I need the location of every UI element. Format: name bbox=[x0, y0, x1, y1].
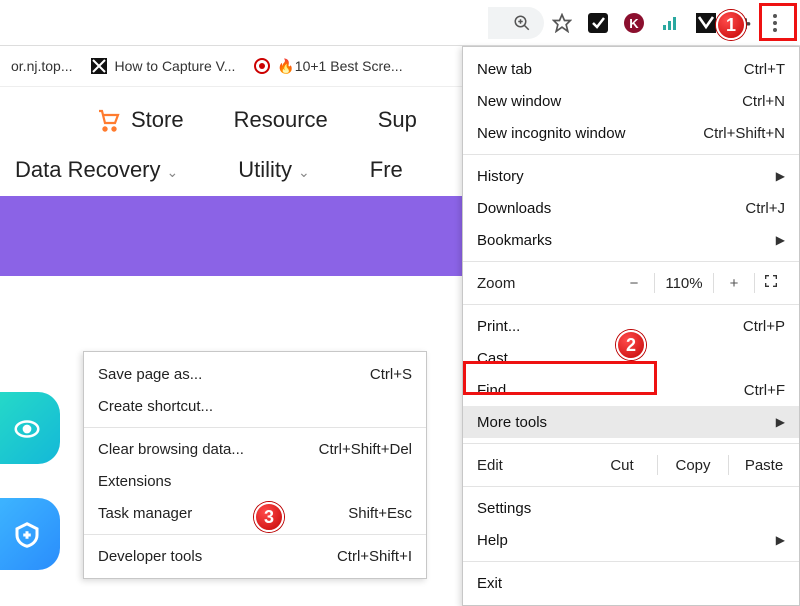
menu-settings[interactable]: Settings bbox=[463, 492, 799, 524]
submenu-arrow-icon: ▶ bbox=[776, 169, 785, 183]
menu-separator bbox=[463, 304, 799, 305]
menu-incognito[interactable]: New incognito window Ctrl+Shift+N bbox=[463, 117, 799, 149]
zoom-out-button[interactable]: − bbox=[616, 275, 652, 292]
menu-downloads[interactable]: Downloads Ctrl+J bbox=[463, 192, 799, 224]
chevron-down-icon: ⌄ bbox=[167, 164, 179, 180]
menu-history[interactable]: History ▶ bbox=[463, 160, 799, 192]
bookmark-label: 🔥10+1 Best Scre... bbox=[277, 58, 402, 75]
submenu-create-shortcut[interactable]: Create shortcut... bbox=[84, 390, 426, 422]
annotation-badge-2: 2 bbox=[616, 330, 646, 360]
menu-edit-row: Edit Cut Copy Paste bbox=[463, 449, 799, 481]
submenu-developer-tools[interactable]: Developer tools Ctrl+Shift+I bbox=[84, 540, 426, 572]
more-tools-submenu: Save page as... Ctrl+S Create shortcut..… bbox=[83, 351, 427, 579]
menu-separator bbox=[84, 427, 426, 428]
fullscreen-button[interactable] bbox=[757, 273, 785, 293]
bookmark-label: How to Capture V... bbox=[114, 58, 235, 74]
chrome-main-menu: New tab Ctrl+T New window Ctrl+N New inc… bbox=[462, 46, 800, 606]
menu-exit[interactable]: Exit bbox=[463, 567, 799, 599]
submenu-save-page[interactable]: Save page as... Ctrl+S bbox=[84, 358, 426, 390]
submenu-arrow-icon: ▶ bbox=[776, 233, 785, 247]
submenu-extensions[interactable]: Extensions bbox=[84, 465, 426, 497]
extension-icon-1[interactable] bbox=[580, 5, 616, 41]
submenu-arrow-icon: ▶ bbox=[776, 415, 785, 429]
menu-zoom-row: Zoom − 110% + bbox=[463, 267, 799, 299]
menu-separator bbox=[463, 261, 799, 262]
menu-new-tab[interactable]: New tab Ctrl+T bbox=[463, 53, 799, 85]
app-shortcut-2[interactable] bbox=[0, 498, 60, 570]
favicon-icon bbox=[90, 57, 108, 75]
bookmark-item[interactable]: 🔥10+1 Best Scre... bbox=[247, 53, 408, 79]
nav-resource[interactable]: Resource bbox=[234, 107, 328, 133]
nav-support-partial[interactable]: Sup bbox=[378, 107, 417, 133]
submenu-arrow-icon: ▶ bbox=[776, 533, 785, 547]
zoom-icon[interactable] bbox=[504, 5, 540, 41]
favicon-icon bbox=[253, 57, 271, 75]
cart-icon bbox=[95, 108, 121, 132]
app-shortcut-1[interactable] bbox=[0, 392, 60, 464]
chevron-down-icon: ⌄ bbox=[298, 164, 310, 180]
extension-icon-3[interactable] bbox=[652, 5, 688, 41]
bookmark-item[interactable]: How to Capture V... bbox=[84, 53, 241, 79]
nav-free-partial[interactable]: Fre bbox=[370, 157, 403, 183]
star-icon[interactable] bbox=[544, 5, 580, 41]
menu-bookmarks[interactable]: Bookmarks ▶ bbox=[463, 224, 799, 256]
nav-utility[interactable]: Utility⌄ bbox=[238, 157, 310, 183]
extension-icon-2[interactable]: K bbox=[616, 5, 652, 41]
annotation-badge-3: 3 bbox=[254, 502, 284, 532]
browser-toolbar: K bbox=[0, 0, 800, 46]
bookmark-label: or.nj.top... bbox=[11, 58, 72, 74]
omnibox-end bbox=[488, 7, 544, 39]
edit-copy-button[interactable]: Copy bbox=[658, 457, 728, 474]
menu-separator bbox=[463, 443, 799, 444]
edit-cut-button[interactable]: Cut bbox=[587, 457, 657, 474]
menu-help[interactable]: Help ▶ bbox=[463, 524, 799, 556]
bookmark-item[interactable]: or.nj.top... bbox=[5, 54, 78, 78]
svg-text:K: K bbox=[629, 16, 639, 31]
edit-paste-button[interactable]: Paste bbox=[729, 457, 799, 474]
submenu-clear-browsing-data[interactable]: Clear browsing data... Ctrl+Shift+Del bbox=[84, 433, 426, 465]
nav-store[interactable]: Store bbox=[95, 107, 184, 133]
menu-separator bbox=[84, 534, 426, 535]
annotation-badge-1: 1 bbox=[716, 10, 746, 40]
highlight-box-1 bbox=[759, 3, 797, 41]
menu-find[interactable]: Find... Ctrl+F bbox=[463, 374, 799, 406]
menu-separator bbox=[463, 561, 799, 562]
menu-separator bbox=[463, 154, 799, 155]
nav-label: Store bbox=[131, 107, 184, 133]
menu-more-tools[interactable]: More tools ▶ bbox=[463, 406, 799, 438]
zoom-in-button[interactable]: + bbox=[716, 275, 752, 292]
menu-new-window[interactable]: New window Ctrl+N bbox=[463, 85, 799, 117]
zoom-value: 110% bbox=[657, 275, 711, 292]
nav-data-recovery[interactable]: Data Recovery⌄ bbox=[15, 157, 178, 183]
menu-separator bbox=[463, 486, 799, 487]
